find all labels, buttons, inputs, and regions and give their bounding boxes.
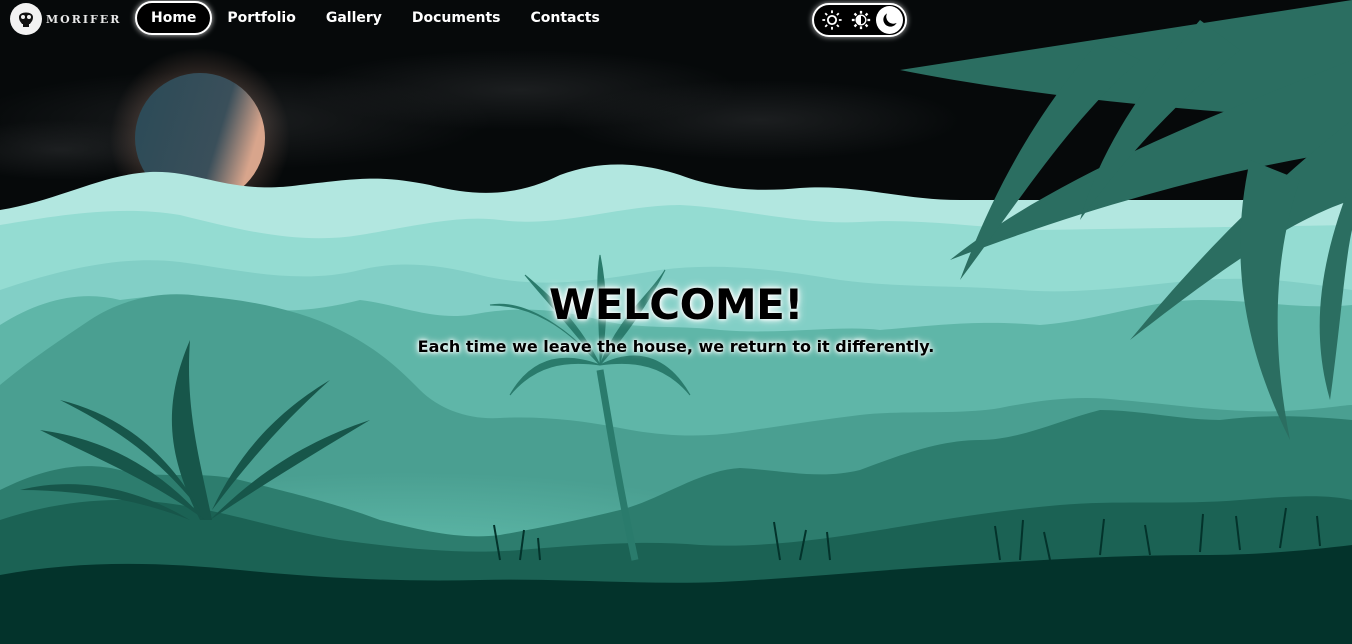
nav-item-contacts[interactable]: Contacts: [515, 1, 614, 35]
theme-light-button[interactable]: [818, 6, 845, 34]
cloud: [560, 80, 960, 160]
nav-item-documents[interactable]: Documents: [397, 1, 516, 35]
hero-title: WELCOME!: [549, 280, 803, 329]
theme-switch: [812, 3, 907, 37]
nav-item-gallery[interactable]: Gallery: [311, 1, 397, 35]
hero-section: WELCOME! Each time we leave the house, w…: [0, 280, 1352, 356]
brand-name: MORIFER: [46, 12, 122, 26]
main-nav: Home Portfolio Gallery Documents Contact…: [135, 1, 615, 35]
brand-logo[interactable]: MORIFER: [10, 3, 121, 35]
nav-item-home[interactable]: Home: [135, 1, 213, 35]
theme-auto-button[interactable]: [847, 6, 874, 34]
sun-icon: [821, 10, 842, 30]
theme-dark-button[interactable]: [876, 6, 903, 34]
hero-subtitle: Each time we leave the house, we return …: [417, 337, 935, 356]
half-sun-icon: [851, 10, 870, 30]
navbar: MORIFER Home Portfolio Gallery Documents…: [0, 0, 1352, 38]
nav-item-portfolio[interactable]: Portfolio: [212, 1, 310, 35]
moon-icon: [882, 13, 897, 27]
skull-logo-icon: [10, 3, 42, 35]
